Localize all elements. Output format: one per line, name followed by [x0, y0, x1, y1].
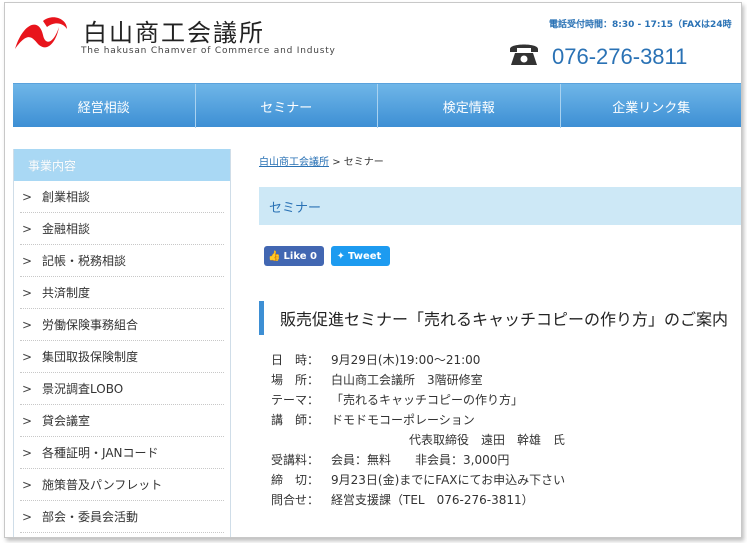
detail-value: ドモドモコーポレーション	[331, 413, 475, 427]
sidebar-item-label: 金融相談	[42, 222, 91, 236]
sidebar-item-room-rental[interactable]: > 貸会議室	[20, 405, 224, 437]
nav-company-links[interactable]: 企業リンク集	[561, 84, 742, 128]
chevron-right-icon: >	[22, 413, 33, 428]
main-nav: 経営相談 セミナー 検定情報 企業リンク集	[13, 83, 742, 128]
chevron-right-icon: >	[22, 381, 33, 396]
sidebar-item-label: 施策普及パンフレット	[42, 478, 163, 492]
sidebar-item-label: 創業相談	[42, 190, 91, 204]
phone-number[interactable]: 076-276-3811	[552, 44, 687, 70]
breadcrumb: 白山商工会議所 > セミナー	[259, 153, 384, 168]
detail-label: 場 所：	[271, 373, 320, 387]
sidebar-item-finance[interactable]: > 金融相談	[20, 213, 224, 245]
detail-row-lecturer-name: 代表取締役 遠田 幹雄 氏	[271, 430, 565, 450]
tweet-label: Tweet	[348, 250, 382, 262]
detail-value: 9月23日(金)までにFAXにてお申込み下さい	[331, 473, 566, 487]
chevron-right-icon: >	[22, 509, 33, 524]
sidebar: 事業内容 > 創業相談 > 金融相談 > 記帳・税務相談 > 共済制度 > 労働保険事務組…	[13, 149, 231, 537]
sidebar-title: 事業内容	[14, 149, 230, 181]
sidebar-item-labor-insurance[interactable]: > 労働保険事務組合	[20, 309, 224, 341]
facebook-like-button[interactable]: 👍 Like 0	[264, 246, 324, 266]
detail-row-place: 場 所： 白山商工会議所 3階研修室	[271, 370, 565, 390]
thumbs-up-icon: 👍	[268, 250, 281, 262]
detail-value: 会員：無料 非会員：3,000円	[331, 453, 510, 467]
sidebar-item-label: 各種証明・JANコード	[42, 446, 159, 460]
chevron-right-icon: >	[22, 189, 33, 204]
org-name: 白山商工会議所	[83, 19, 265, 47]
logo-icon[interactable]	[13, 15, 69, 55]
detail-row-lecturer: 講 師： ドモドモコーポレーション	[271, 410, 565, 430]
chevron-right-icon: >	[22, 445, 33, 460]
twitter-bird-icon: ✦	[336, 250, 346, 262]
article-title: 販売促進セミナー「売れるキャッチコピーの作り方」のご案内	[259, 301, 741, 335]
chevron-right-icon: >	[22, 477, 33, 492]
detail-value: 白山商工会議所 3階研修室	[331, 373, 483, 387]
detail-row-theme: テーマ： 「売れるキャッチコピーの作り方」	[271, 390, 565, 410]
sidebar-item-label: 集団取扱保険制度	[42, 350, 139, 364]
breadcrumb-home-link[interactable]: 白山商工会議所	[259, 157, 329, 168]
detail-row-contact: 問合せ： 経営支援課（TEL 076-276-3811）	[271, 490, 565, 510]
detail-label	[271, 430, 329, 450]
sidebar-item-label: 部会・委員会活動	[42, 510, 139, 524]
page-title: セミナー	[259, 187, 741, 225]
detail-label: 問合せ：	[271, 493, 320, 507]
detail-value: 「売れるキャッチコピーの作り方」	[331, 393, 524, 407]
nav-consulting[interactable]: 経営相談	[13, 84, 196, 128]
nav-certification[interactable]: 検定情報	[378, 84, 561, 128]
sidebar-item-mutual-aid[interactable]: > 共済制度	[20, 277, 224, 309]
detail-value: 経営支援課（TEL 076-276-3811）	[331, 493, 534, 507]
sidebar-item-bookkeeping[interactable]: > 記帳・税務相談	[20, 245, 224, 277]
sidebar-item-label: 労働保険事務組合	[42, 318, 139, 332]
detail-label: テーマ：	[271, 393, 320, 407]
chevron-right-icon: >	[22, 221, 33, 236]
chevron-right-icon: >	[22, 317, 33, 332]
sidebar-item-committees[interactable]: > 部会・委員会活動	[20, 501, 224, 533]
sidebar-item-pamphlets[interactable]: > 施策普及パンフレット	[20, 469, 224, 501]
sidebar-item-label: 記帳・税務相談	[42, 254, 127, 268]
nav-seminar[interactable]: セミナー	[196, 84, 378, 128]
sidebar-item-label: 景況調査LOBO	[42, 382, 124, 396]
detail-value: 9月29日(木)19:00～21:00	[331, 353, 481, 367]
chevron-right-icon: >	[22, 349, 33, 364]
org-english-name: The hakusan Chamver of Commerce and Indu…	[81, 46, 336, 56]
detail-row-datetime: 日 時： 9月29日(木)19:00～21:00	[271, 350, 565, 370]
sidebar-item-certificates[interactable]: > 各種証明・JANコード	[20, 437, 224, 469]
detail-label: 講 師：	[271, 413, 320, 427]
phone-icon	[510, 44, 538, 65]
chevron-right-icon: >	[22, 285, 33, 300]
chevron-right-icon: >	[22, 253, 33, 268]
tweet-button[interactable]: ✦ Tweet	[331, 246, 390, 266]
sidebar-item-group-insurance[interactable]: > 集団取扱保険制度	[20, 341, 224, 373]
phone-hours: 電話受付時間：8:30 - 17:15（FAXは24時	[549, 20, 732, 30]
sidebar-item-startup[interactable]: > 創業相談	[20, 181, 224, 213]
detail-row-fee: 受講料： 会員：無料 非会員：3,000円	[271, 450, 565, 470]
breadcrumb-current: セミナー	[343, 157, 384, 168]
detail-value: 代表取締役 遠田 幹雄 氏	[409, 433, 566, 447]
seminar-details: 日 時： 9月29日(木)19:00～21:00 場 所： 白山商工会議所 3階研修…	[271, 350, 565, 510]
sidebar-item-label: 共済制度	[42, 286, 91, 300]
breadcrumb-separator: >	[332, 157, 341, 168]
like-label: Like 0	[283, 250, 317, 262]
browser-page: 白山商工会議所 The hakusan Chamver of Commerce …	[4, 2, 742, 538]
detail-label: 受講料：	[271, 453, 320, 467]
sidebar-item-label: 貸会議室	[42, 414, 91, 428]
detail-row-deadline: 締 切： 9月23日(金)までにFAXにてお申込み下さい	[271, 470, 565, 490]
sidebar-item-lobo-survey[interactable]: > 景況調査LOBO	[20, 373, 224, 405]
detail-label: 締 切：	[271, 473, 320, 487]
detail-label: 日 時：	[271, 353, 320, 367]
